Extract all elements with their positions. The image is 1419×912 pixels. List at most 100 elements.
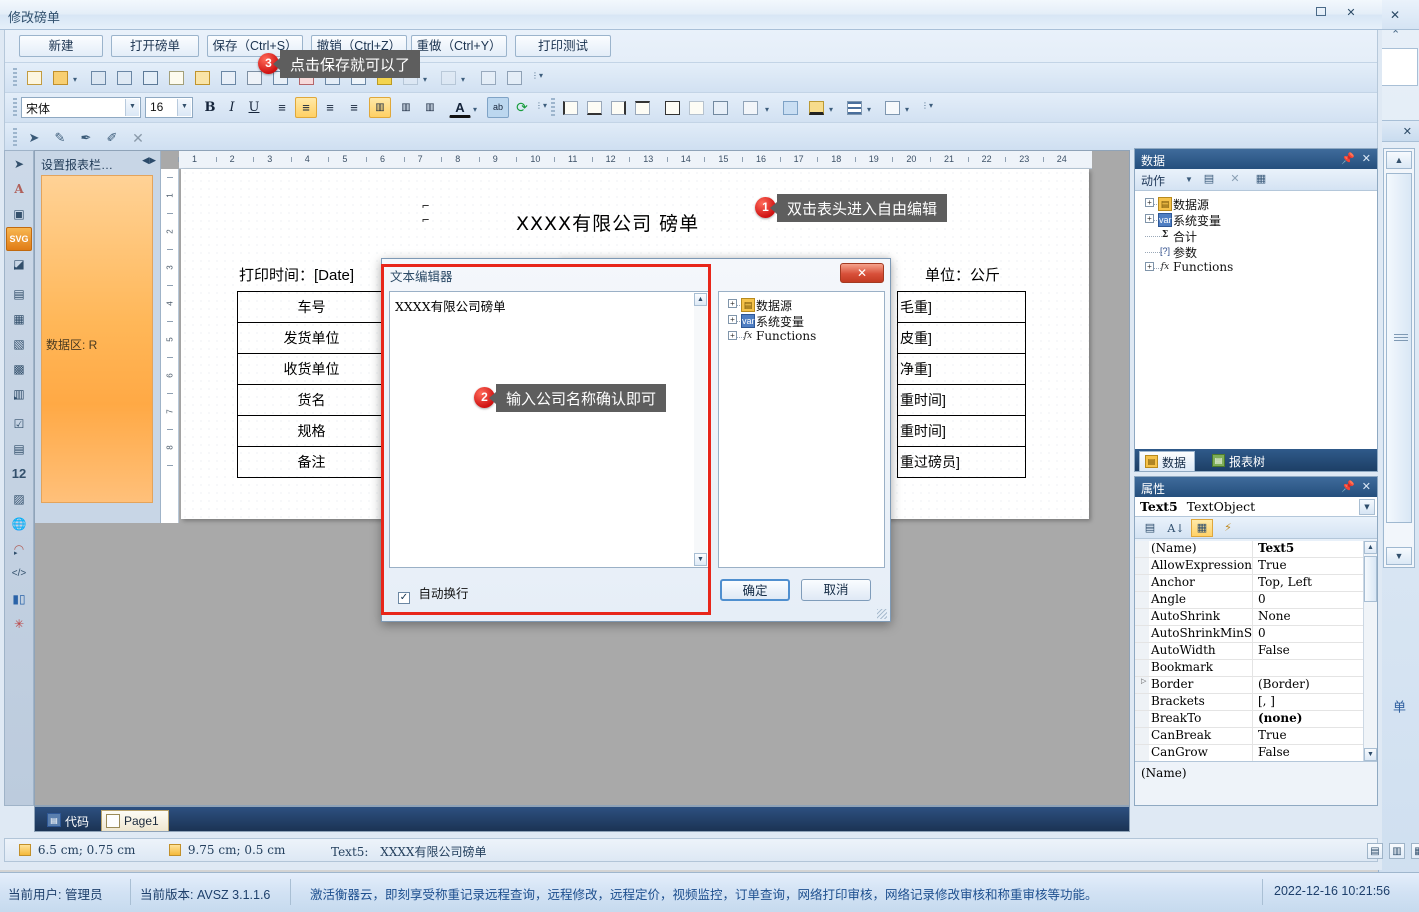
property-row[interactable]: Brackets[, ]	[1135, 694, 1377, 711]
format-overflow-icon[interactable]: ⋮▾	[535, 101, 543, 110]
fill-color-icon[interactable]	[739, 98, 761, 118]
report-cell[interactable]: 货名	[238, 385, 386, 416]
pin-icon[interactable]: 📌	[1341, 152, 1355, 165]
tree-node-system-variables[interactable]: + var 系统变量	[722, 313, 881, 329]
line-style-icon[interactable]	[843, 98, 865, 118]
border-left-icon[interactable]	[559, 98, 581, 118]
report-unit-object[interactable]: 单位：公斤	[925, 264, 1000, 285]
overflow-icon[interactable]: ⋮▾	[531, 71, 539, 80]
connector-icon[interactable]: ✒	[75, 128, 97, 148]
valign-middle-icon[interactable]: ▥	[395, 97, 417, 118]
pin-icon[interactable]: 📌	[1341, 480, 1355, 493]
report-cell[interactable]: 皮重]	[898, 323, 1026, 354]
scroll-down-icon[interactable]: ▼	[1364, 748, 1377, 761]
data-tree[interactable]: + ▤ 数据源 + var 系统变量 Σ 合计 [?] 参数	[1135, 191, 1377, 449]
font-size-chevron-down-icon[interactable]: ▼	[177, 99, 191, 116]
linear-gauge-icon[interactable]: ▨	[6, 487, 32, 511]
data-panel-close-icon[interactable]: ✕	[1362, 152, 1371, 165]
font-color-chevron-down-icon[interactable]: ▾	[473, 105, 481, 114]
line-style-chevron-down-icon[interactable]: ▾	[867, 105, 875, 114]
properties-view-icon[interactable]: ▦	[1191, 519, 1213, 537]
property-value[interactable]: (none)	[1253, 711, 1377, 727]
shape-object-icon[interactable]: ◪▸	[6, 252, 32, 276]
property-value[interactable]: (Border)	[1253, 677, 1377, 693]
valign-bottom-icon[interactable]: ▥	[419, 97, 441, 118]
svg-object-icon[interactable]: SVG	[6, 227, 32, 251]
scroll-down-icon[interactable]: ▼	[694, 553, 707, 566]
tree-node-functions[interactable]: + fx Functions	[1139, 260, 1373, 276]
dialog-close-button[interactable]: ✕	[840, 263, 884, 283]
property-row[interactable]: AutoWidthFalse	[1135, 643, 1377, 660]
html-object-icon[interactable]: </>	[6, 562, 32, 586]
bold-button[interactable]: B	[199, 97, 221, 118]
background-scrollbar[interactable]: ▲ ▼	[1383, 148, 1415, 568]
report-cell[interactable]: 车号	[238, 292, 386, 323]
object-selector-chevron-down-icon[interactable]: ▼	[1359, 499, 1375, 515]
align-left-icon[interactable]: ≡	[271, 97, 293, 118]
events-view-icon[interactable]: ⚡	[1217, 519, 1239, 537]
tree-node-datasource[interactable]: + ▤ 数据源	[722, 297, 881, 313]
barcode-dropdown-icon[interactable]: ▸	[14, 388, 18, 410]
line-tool-icon[interactable]: ✎	[49, 128, 71, 148]
align-center-icon[interactable]: ≡	[295, 97, 317, 118]
band-panel-nav-icons[interactable]: ◀▶	[142, 155, 156, 166]
new-button[interactable]: 新建	[19, 35, 103, 57]
property-row[interactable]: AnchorTop, Left	[1135, 575, 1377, 592]
background-close-icon[interactable]: ✕	[1390, 8, 1400, 22]
scroll-up-icon[interactable]: ▲	[694, 293, 707, 306]
property-value[interactable]: Top, Left	[1253, 575, 1377, 591]
matrix-object-icon[interactable]: ▧	[6, 332, 32, 356]
scroll-up-icon[interactable]: ▲	[1364, 541, 1377, 554]
chart-object-icon[interactable]: ▮▯	[6, 587, 32, 611]
property-row[interactable]: CanGrowFalse	[1135, 745, 1377, 761]
font-color-icon[interactable]: A	[449, 97, 471, 118]
fill-color-chevron-down-icon[interactable]: ▾	[765, 105, 773, 114]
report-title-object[interactable]: XXXX有限公司 磅单	[516, 209, 699, 236]
line-weight-chevron-down-icon[interactable]: ▾	[905, 105, 913, 114]
dialog-ok-button[interactable]: 确定	[720, 579, 790, 601]
scroll-down-icon[interactable]: ▼	[1386, 547, 1412, 565]
dialog-resize-grip-icon[interactable]	[877, 609, 887, 619]
report-left-table[interactable]: 车号 发货单位 收货单位 货名 规格 备注	[237, 291, 386, 478]
open-file-icon[interactable]	[49, 68, 71, 88]
line-weight-icon[interactable]	[881, 98, 903, 118]
align-tool-icon[interactable]	[437, 68, 459, 88]
report-cell[interactable]: 规格	[238, 416, 386, 447]
data-band[interactable]: 数据区: R	[41, 175, 153, 503]
brush-chevron-down-icon[interactable]: ▾	[829, 105, 837, 114]
border-overflow-icon[interactable]: ⋮▾	[921, 101, 929, 110]
tree-node-parameters[interactable]: [?] 参数	[1139, 244, 1373, 260]
report-cell[interactable]: 重时间]	[898, 385, 1026, 416]
property-value[interactable]	[1253, 660, 1377, 676]
tree-node-system-variables[interactable]: + var 系统变量	[1139, 212, 1373, 228]
selection-toolbar-grip-icon[interactable]	[13, 128, 17, 148]
expand-icon[interactable]: +	[1145, 214, 1154, 223]
dialog-cancel-button[interactable]: 取消	[801, 579, 871, 601]
properties-scrollbar[interactable]: ▲ ▼	[1363, 541, 1377, 761]
report-print-time-object[interactable]: 打印时间：[Date]	[239, 264, 354, 285]
border-right-icon[interactable]	[607, 98, 629, 118]
view-single-page-icon[interactable]: ▤	[1367, 843, 1383, 859]
copy-icon[interactable]	[217, 68, 239, 88]
toolbar-grip-icon[interactable]	[13, 68, 17, 88]
underline-button[interactable]: U	[243, 97, 265, 118]
tab-code[interactable]: ▤ 代码	[43, 810, 98, 831]
barcode2-object-icon[interactable]: ▥▸	[6, 382, 32, 406]
background-subpanel-close-icon[interactable]: ✕	[1403, 125, 1412, 138]
property-value[interactable]: 0	[1253, 592, 1377, 608]
shape-dropdown-icon[interactable]: ▸	[14, 258, 18, 280]
border-all-icon[interactable]	[661, 98, 683, 118]
expand-icon[interactable]: +	[1145, 262, 1154, 271]
settings-icon[interactable]	[503, 68, 525, 88]
align-justify-icon[interactable]: ≡	[343, 97, 365, 118]
brush-icon[interactable]	[805, 98, 827, 118]
number-object-icon[interactable]: 12	[6, 462, 32, 486]
page-setup-icon[interactable]	[165, 68, 187, 88]
dialog-data-tree[interactable]: + ▤ 数据源 + var 系统变量 + fx Functions	[718, 291, 885, 568]
property-value[interactable]: Text5	[1253, 541, 1377, 557]
pointer-icon[interactable]: ➤	[23, 128, 45, 148]
report-cell[interactable]: 净重]	[898, 354, 1026, 385]
redo-button[interactable]: 重做（Ctrl+Y）	[411, 35, 507, 57]
text-rotate-icon[interactable]: ab	[487, 97, 509, 118]
zipcode-object-icon[interactable]: ▤	[6, 437, 32, 461]
